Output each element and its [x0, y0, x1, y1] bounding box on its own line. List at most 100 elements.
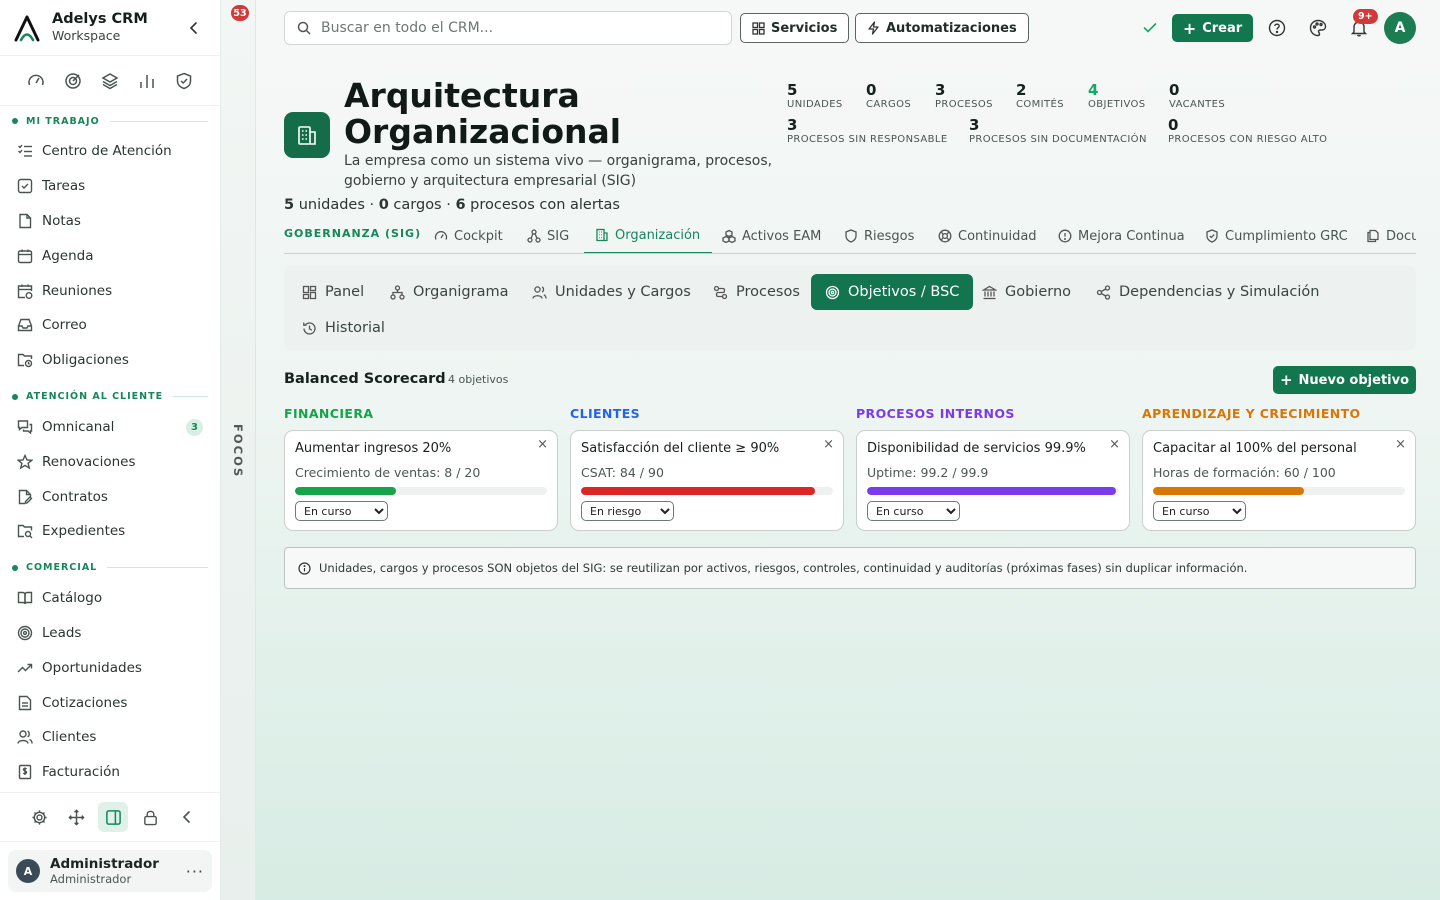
tab-objetivos-bsc[interactable]: Objetivos / BSC: [811, 274, 974, 310]
objective-metric: Crecimiento de ventas: 8 / 20: [295, 465, 481, 480]
page-title: Arquitectura Organizacional: [344, 76, 622, 151]
history-icon: [303, 321, 316, 335]
sidebar-item-catalogo[interactable]: Catálogo: [0, 581, 220, 616]
section-label-mi-trabajo: MI TRABAJO: [12, 114, 220, 128]
close-icon[interactable]: ×: [823, 437, 834, 452]
progress-fill: [295, 487, 396, 495]
panel-layout-icon[interactable]: [98, 802, 128, 832]
sidebar-item-cotizaciones[interactable]: Cotizaciones: [0, 685, 220, 720]
objective-metric: Uptime: 99.2 / 99.9: [867, 465, 989, 480]
calendar-clock-icon: [17, 284, 33, 299]
sidebar-item-oportunidades[interactable]: Oportunidades: [0, 650, 220, 685]
search-icon: [297, 21, 311, 35]
sidebar-item-expedientes[interactable]: Expedientes: [0, 514, 220, 549]
boxes-icon: [722, 229, 736, 243]
objective-name: Aumentar ingresos 20%: [295, 441, 452, 456]
quick-actions: [0, 56, 220, 106]
stat-sin-responsable: 3 PROCESOS SIN RESPONSABLE: [787, 116, 948, 146]
move-icon[interactable]: [61, 802, 91, 832]
sidebar-item-contratos[interactable]: Contratos: [0, 479, 220, 514]
tab-continuidad[interactable]: Continuidad: [938, 218, 1037, 253]
bar-chart-icon[interactable]: [137, 71, 157, 91]
objective-metric: Horas de formación: 60 / 100: [1153, 465, 1336, 480]
stat-unidades: 5 UNIDADES: [787, 81, 843, 111]
automations-button[interactable]: Automatizaciones: [855, 13, 1029, 43]
new-objective-button[interactable]: + Nuevo objetivo: [1273, 366, 1416, 394]
objective-metric: CSAT: 84 / 90: [581, 465, 664, 480]
tab-organigrama[interactable]: Organigrama: [376, 274, 523, 310]
sidebar-item-facturacion[interactable]: Facturación: [0, 755, 220, 790]
lock-icon[interactable]: [135, 802, 165, 832]
dashboard-icon: [302, 285, 317, 299]
sidebar-item-correo[interactable]: Correo: [0, 308, 220, 343]
sidebar-item-omnicanal[interactable]: Omnicanal 3: [0, 410, 220, 445]
objective-status-select[interactable]: En cursoEn riesgo: [295, 501, 388, 521]
help-icon[interactable]: [1266, 17, 1288, 39]
lightning-icon: [868, 21, 879, 35]
objective-status-select[interactable]: En cursoEn riesgo: [867, 501, 960, 521]
sidebar-item-agenda[interactable]: Agenda: [0, 238, 220, 273]
settings-icon[interactable]: [24, 802, 54, 832]
user-avatar-top[interactable]: A: [1384, 12, 1416, 44]
shield-check-icon[interactable]: [174, 71, 194, 91]
objective-status-select[interactable]: En cursoEn riesgo: [581, 501, 674, 521]
bsc-column-title: FINANCIERA: [284, 406, 374, 421]
target-arrow-icon[interactable]: [63, 71, 83, 91]
more-options-icon[interactable]: ···: [186, 862, 204, 881]
objective-card: Aumentar ingresos 20% × Crecimiento de ven…: [284, 430, 558, 531]
tab-organizacion[interactable]: Organización: [584, 218, 713, 253]
focus-strip: 53 FOCOS: [221, 0, 256, 900]
tab-cockpit[interactable]: Cockpit: [434, 218, 503, 253]
tab-riesgos[interactable]: Riesgos: [844, 218, 914, 253]
close-icon[interactable]: ×: [537, 437, 548, 452]
tab-sig[interactable]: SIG: [527, 218, 569, 253]
tab-activos-eam[interactable]: Activos EAM: [722, 218, 821, 253]
topbar: Servicios Automatizaciones +Crear 9+ A: [256, 0, 1440, 56]
sidebar-nav: MI TRABAJO Centro de Atención Tareas Not…: [0, 106, 220, 790]
layers-icon[interactable]: [100, 71, 120, 91]
page-description: La empresa como un sistema vivo — organi…: [344, 153, 773, 189]
tab-documentacion[interactable]: Docu: [1366, 218, 1416, 253]
chevron-left-icon[interactable]: [172, 802, 202, 832]
trend-icon: [17, 663, 33, 673]
tab-cumplimiento-grc[interactable]: Cumplimiento GRC: [1205, 218, 1348, 253]
user-card[interactable]: A Administrador Administrador ···: [8, 850, 212, 892]
sidebar-item-clientes[interactable]: Clientes: [0, 720, 220, 755]
users-icon: [17, 730, 33, 745]
search-input[interactable]: [321, 20, 701, 36]
gauge-icon[interactable]: [26, 71, 46, 91]
create-button[interactable]: + Crear: [1172, 14, 1253, 42]
close-icon[interactable]: ×: [1395, 437, 1406, 452]
route-icon: [713, 285, 728, 299]
tab-mejora-continua[interactable]: Mejora Continua: [1058, 218, 1185, 253]
tab-panel[interactable]: Panel: [288, 274, 378, 310]
collapse-sidebar-button[interactable]: [184, 18, 204, 38]
objective-status-select[interactable]: En cursoEn riesgo: [1153, 501, 1246, 521]
progress-track: [295, 487, 547, 495]
sidebar-item-tareas[interactable]: Tareas: [0, 169, 220, 204]
user-avatar: A: [16, 859, 40, 883]
contract-icon: [18, 489, 33, 504]
services-button[interactable]: Servicios: [740, 13, 850, 43]
tab-unidades-cargos[interactable]: Unidades y Cargos: [518, 274, 705, 310]
sidebar-item-obligaciones[interactable]: Obligaciones: [0, 343, 220, 378]
network-icon: [527, 229, 541, 243]
brand: Adelys CRM Workspace: [0, 0, 220, 56]
tab-historial[interactable]: Historial: [288, 310, 399, 346]
close-icon[interactable]: ×: [1109, 437, 1120, 452]
palette-icon[interactable]: [1307, 17, 1329, 39]
sidebar-item-leads[interactable]: Leads: [0, 616, 220, 651]
folder-clock-icon: [17, 353, 33, 368]
documents-icon: [1367, 229, 1379, 243]
page-summary: 5 unidades · 0 cargos · 6 procesos con a…: [284, 197, 620, 213]
calendar-icon: [17, 249, 33, 263]
tab-procesos[interactable]: Procesos: [699, 274, 814, 310]
sidebar-item-renovaciones[interactable]: Renovaciones: [0, 444, 220, 479]
focus-toggle[interactable]: FOCOS: [231, 424, 245, 478]
sidebar-item-notas[interactable]: Notas: [0, 204, 220, 239]
sidebar-item-reuniones[interactable]: Reuniones: [0, 273, 220, 308]
tab-gobierno[interactable]: Gobierno: [968, 274, 1085, 310]
tab-dependencias-simulacion[interactable]: Dependencias y Simulación: [1082, 274, 1333, 310]
checkbox-icon: [17, 178, 33, 194]
sidebar-item-centro-atencion[interactable]: Centro de Atención: [0, 134, 220, 169]
